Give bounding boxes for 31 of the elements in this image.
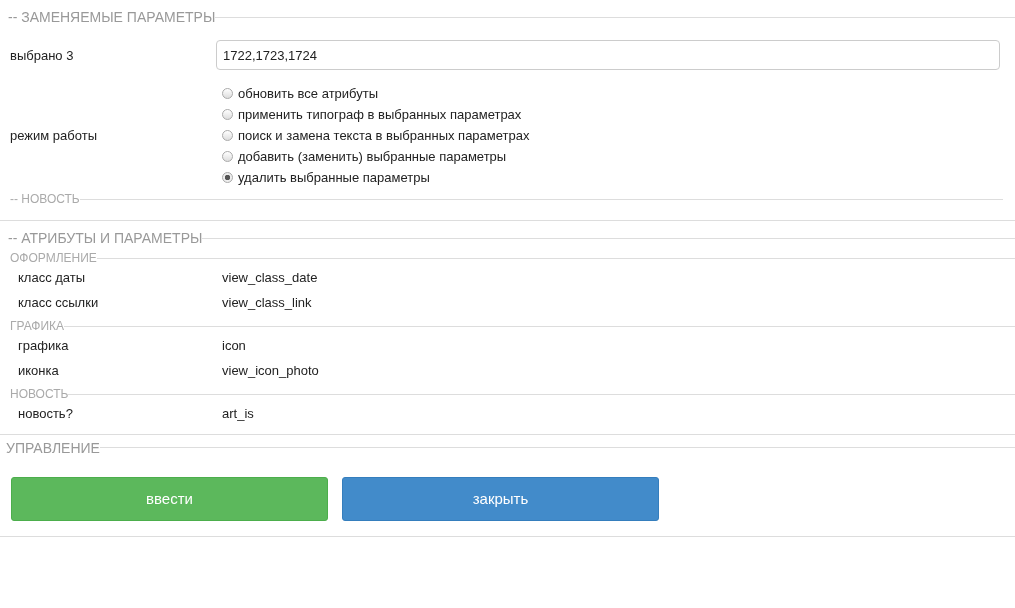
attribute-label: класс даты	[17, 270, 87, 286]
attribute-label: класс ссылки	[17, 294, 100, 310]
attribute-value: art_is	[222, 406, 254, 422]
section-legend: УПРАВЛЕНИЕ	[6, 439, 100, 456]
subsection-legend: -- НОВОСТЬ	[10, 192, 80, 206]
field-label: выбрано 3	[9, 47, 75, 63]
input-field[interactable]: 1722,1723,1724	[216, 40, 1000, 70]
attribute-value: icon	[222, 338, 246, 354]
attribute-value: view_class_link	[222, 294, 312, 310]
section-legend: -- АТРИБУТЫ И ПАРАМЕТРЫ	[8, 230, 203, 246]
group-legend: ГРАФИКА	[10, 319, 65, 333]
radio-label[interactable]: добавить (заменить) выбранные параметры	[238, 149, 507, 164]
attribute-label: новость?	[17, 406, 74, 422]
group-legend: НОВОСТЬ	[10, 387, 69, 401]
attribute-label: графика	[17, 338, 70, 354]
group-legend: ОФОРМЛЕНИЕ	[10, 251, 97, 265]
attribute-value: view_icon_photo	[222, 362, 319, 378]
radio-button[interactable]	[222, 88, 233, 99]
attribute-label: иконка	[17, 362, 60, 378]
attribute-value: view_class_date	[222, 270, 318, 286]
radio-button[interactable]	[222, 151, 233, 162]
radio-label[interactable]: поиск и замена текста в выбранных параметрах	[238, 128, 530, 143]
radio-button[interactable]	[222, 172, 233, 183]
radio-label[interactable]: удалить выбранные параметры	[238, 170, 430, 185]
close-button[interactable]: закрыть	[342, 476, 659, 521]
radio-button[interactable]	[222, 109, 233, 120]
radio-button[interactable]	[222, 130, 233, 141]
radio-label[interactable]: обновить все атрибуты	[238, 86, 379, 101]
section-legend: -- ЗАМЕНЯЕМЫЕ ПАРАМЕТРЫ	[8, 9, 216, 25]
field-label: режим работы	[9, 128, 98, 143]
radio-label[interactable]: применить типограф в выбранных параметрах	[238, 107, 522, 122]
